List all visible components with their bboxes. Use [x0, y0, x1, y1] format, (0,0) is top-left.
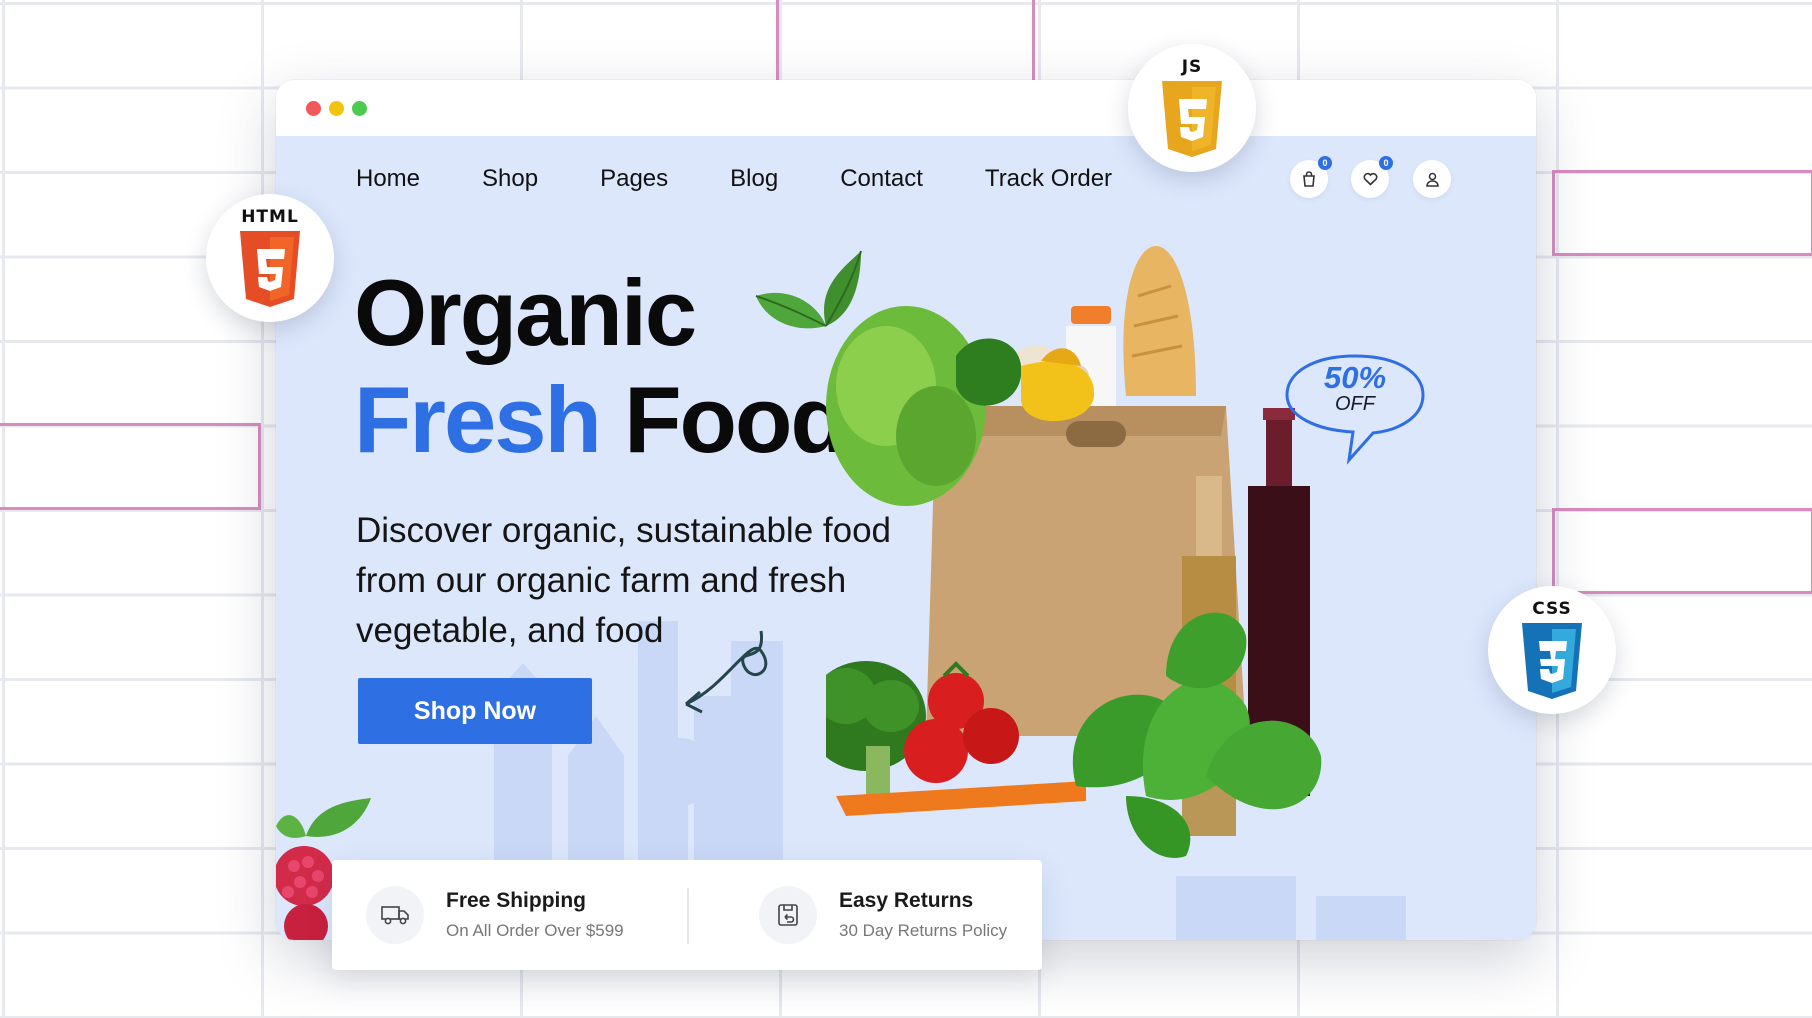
- js-label: JS: [1181, 57, 1203, 77]
- maximize-window-dot[interactable]: [352, 101, 367, 116]
- html5-shield-icon: [240, 231, 300, 307]
- html5-badge: HTML: [206, 194, 334, 322]
- shopping-bag-icon: [1303, 171, 1315, 187]
- truck-icon: [366, 886, 424, 944]
- css3-badge: CSS: [1488, 586, 1616, 714]
- feature-free-shipping: Free Shipping On All Order Over $599: [366, 860, 624, 970]
- close-window-dot[interactable]: [306, 101, 321, 116]
- cart-button[interactable]: 0: [1290, 156, 1332, 198]
- nav-track-order[interactable]: Track Order: [985, 164, 1112, 194]
- feature-subtitle: 30 Day Returns Policy: [839, 921, 1008, 940]
- website-hero: Home Shop Pages Blog Contact Track Order…: [276, 136, 1536, 940]
- browser-window: Home Shop Pages Blog Contact Track Order…: [276, 80, 1536, 940]
- nav-shop[interactable]: Shop: [482, 164, 538, 194]
- hero-title-fresh: Fresh: [354, 367, 602, 472]
- discount-percent: 50%: [1323, 360, 1387, 395]
- discount-off-label: OFF: [1335, 393, 1375, 415]
- curly-arrow-icon: [685, 630, 768, 714]
- shop-now-button[interactable]: Shop Now: [358, 678, 592, 744]
- decorative-frame-right-top: [1552, 170, 1812, 256]
- wishlist-button[interactable]: 0: [1351, 156, 1393, 198]
- js-badge: JS: [1128, 44, 1256, 172]
- nav-home[interactable]: Home: [356, 164, 420, 194]
- main-navigation: Home Shop Pages Blog Contact Track Order: [356, 164, 1174, 194]
- decorative-frame-top: [776, 0, 1035, 86]
- css3-shield-icon: [1522, 623, 1582, 699]
- feature-easy-returns: Easy Returns 30 Day Returns Policy: [759, 860, 1007, 970]
- browser-titlebar: [276, 80, 1536, 136]
- js-shield-icon: [1162, 81, 1222, 157]
- feature-title: Easy Returns: [839, 889, 974, 912]
- hero-description: Discover organic, sustainable food from …: [356, 511, 892, 650]
- decorative-frame-right-bottom: [1552, 508, 1812, 594]
- heart-icon: [1363, 172, 1377, 186]
- wishlist-count-badge: 0: [1379, 156, 1393, 170]
- user-icon: [1425, 172, 1439, 187]
- hero-title-line2: Fresh Food: [354, 367, 848, 472]
- return-box-icon: [759, 886, 817, 944]
- css-label: CSS: [1532, 599, 1572, 619]
- hero-title-food: Food: [624, 367, 848, 472]
- cart-count-badge: 0: [1318, 156, 1332, 170]
- account-button[interactable]: [1413, 160, 1451, 198]
- features-card: Free Shipping On All Order Over $599 Eas…: [332, 860, 1042, 970]
- decorative-frame-left: [0, 423, 261, 510]
- nav-contact[interactable]: Contact: [840, 164, 923, 194]
- features-divider: [687, 888, 689, 944]
- minimize-window-dot[interactable]: [329, 101, 344, 116]
- nav-pages[interactable]: Pages: [600, 164, 668, 194]
- feature-title: Free Shipping: [446, 889, 587, 912]
- nav-blog[interactable]: Blog: [730, 164, 778, 194]
- hero-title-line1: Organic: [354, 260, 697, 365]
- grocery-bag-illustration: [826, 246, 1322, 858]
- feature-subtitle: On All Order Over $599: [446, 921, 624, 940]
- html-label: HTML: [241, 207, 299, 227]
